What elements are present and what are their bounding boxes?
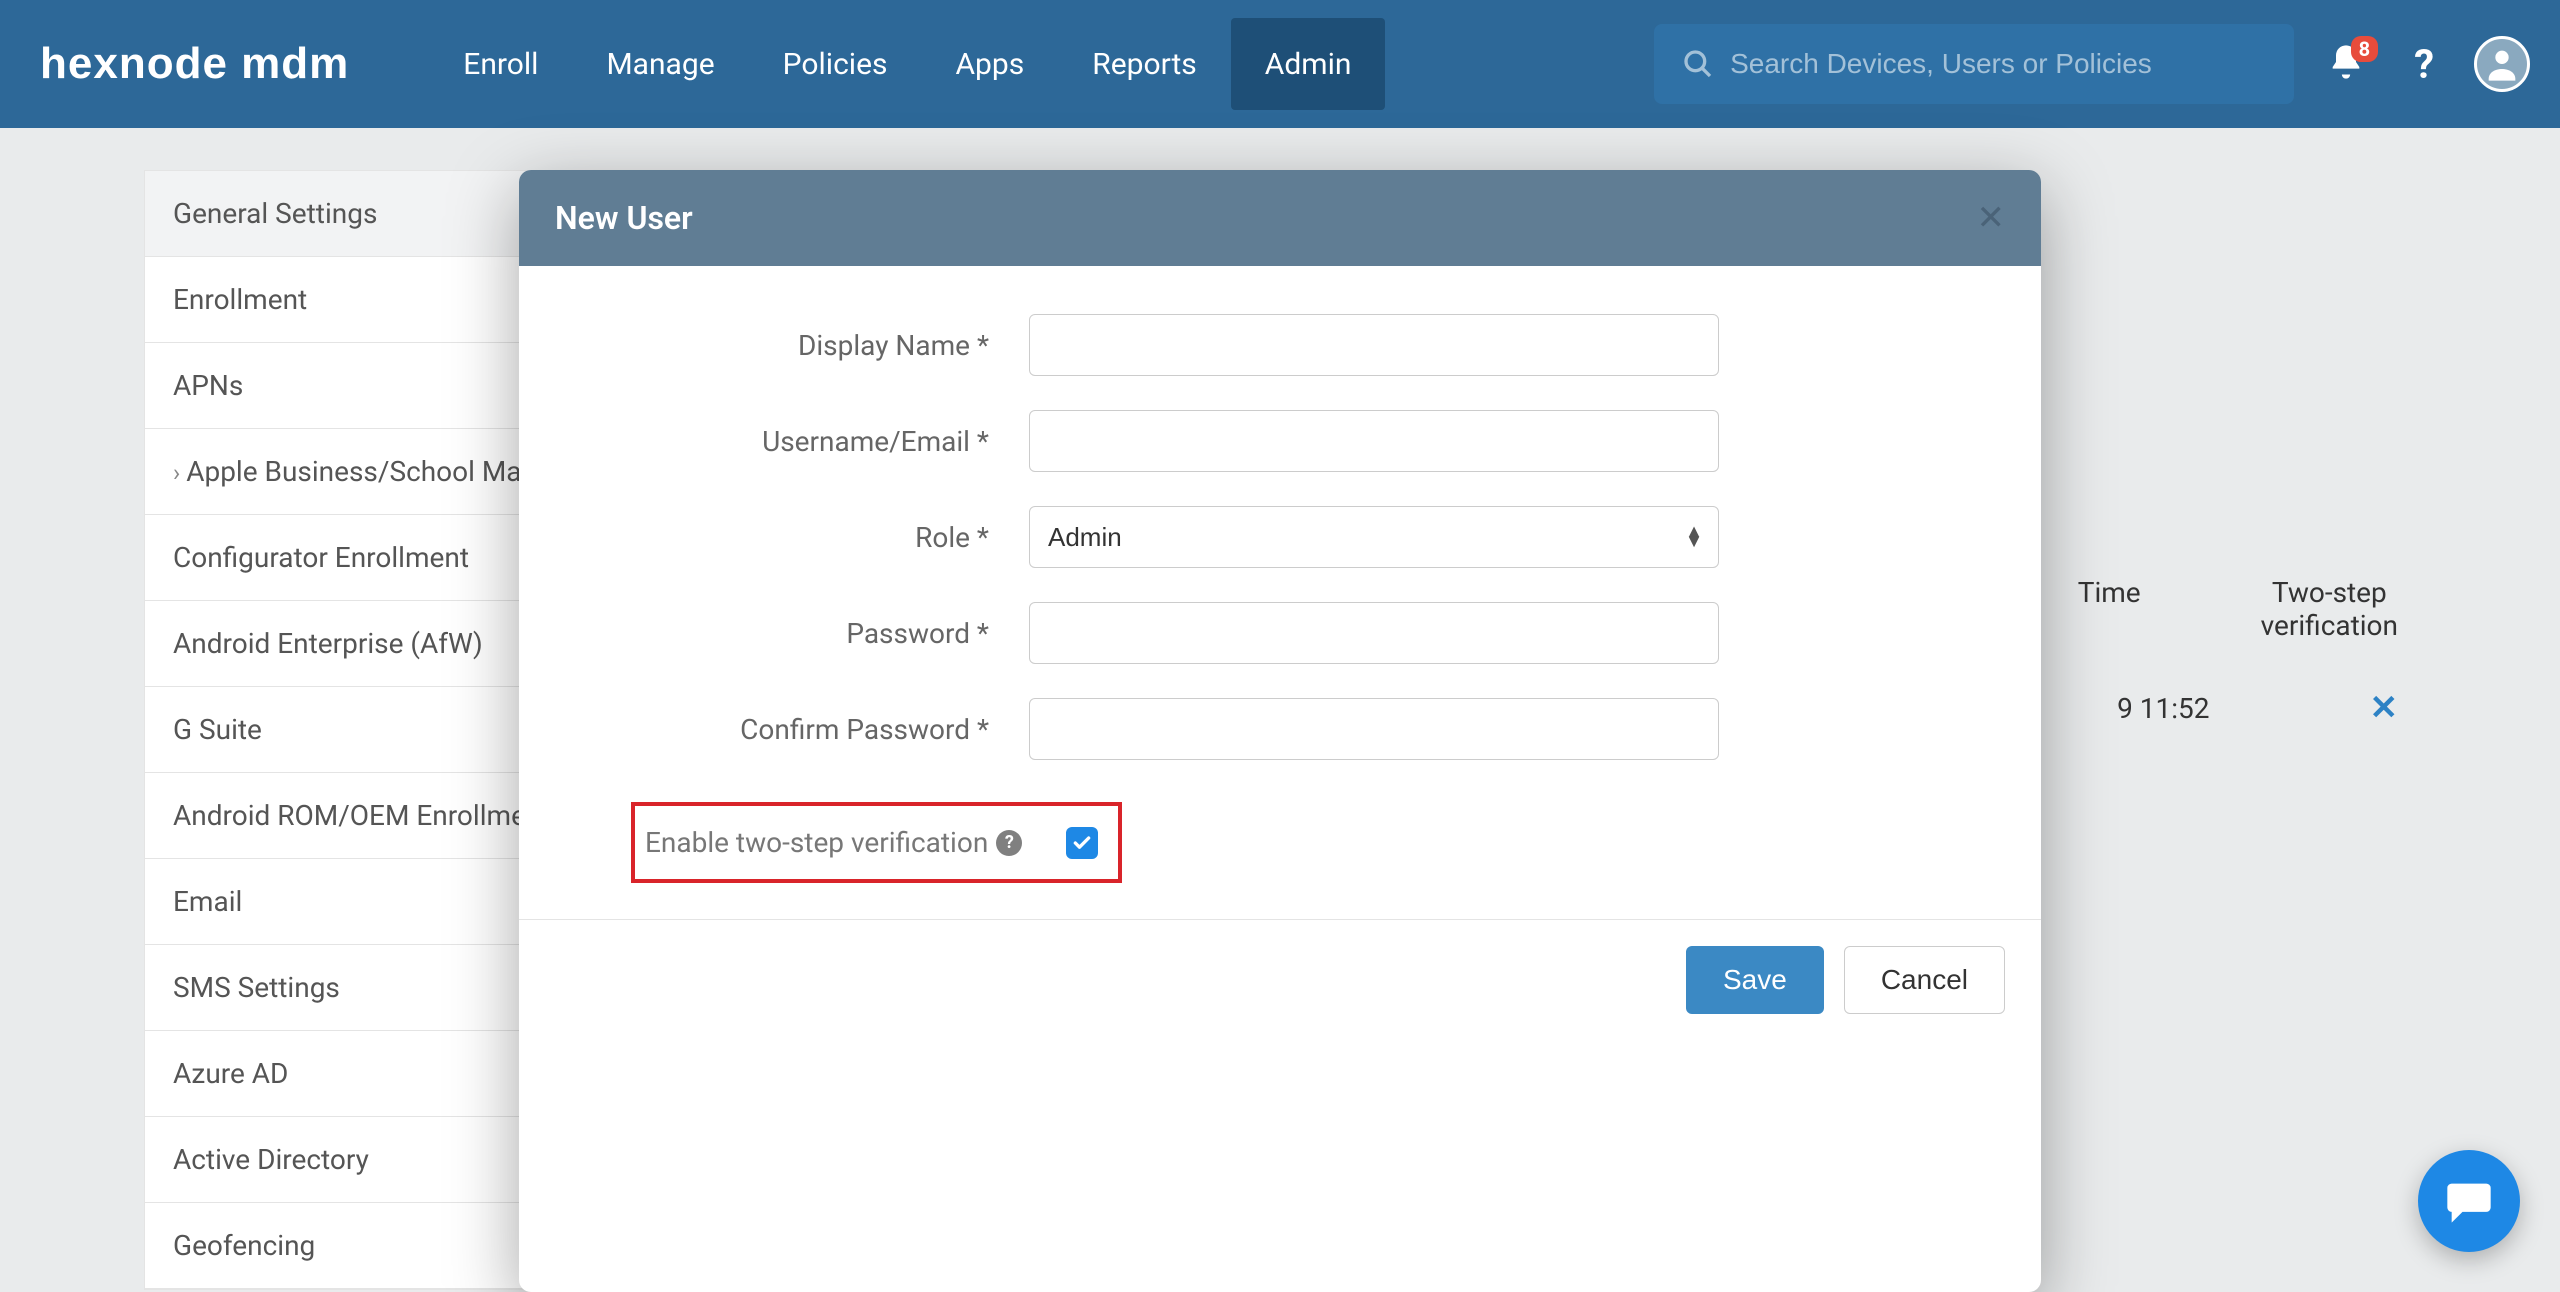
modal-header: New User ✕ — [519, 170, 2041, 266]
sidebar-item-azure-ad[interactable]: Azure AD — [145, 1031, 557, 1117]
sidebar-item-geofencing[interactable]: Geofencing — [145, 1203, 557, 1289]
sidebar-item-android-enterprise[interactable]: Android Enterprise (AfW) — [145, 601, 557, 687]
table-row: 9 11:52 ✕ — [2117, 688, 2398, 728]
sidebar-item-email[interactable]: Email — [145, 859, 557, 945]
table-header-fragment: Time Two-step verification — [2078, 576, 2398, 642]
app-header: hexnode mdm Enroll Manage Policies Apps … — [0, 0, 2560, 128]
nav-apps[interactable]: Apps — [921, 18, 1058, 110]
sidebar-item-label: General Settings — [173, 197, 377, 230]
help-button[interactable]: ? — [2398, 41, 2450, 88]
search-box[interactable] — [1654, 24, 2294, 104]
label-two-step: Enable two-step verification ? — [645, 826, 1022, 859]
avatar[interactable] — [2474, 36, 2530, 92]
user-icon — [2482, 44, 2522, 84]
sidebar-item-label: Apple Business/School Manager — [186, 455, 557, 488]
new-user-modal: New User ✕ Display Name * Username/Email… — [519, 170, 2041, 1292]
sidebar-item-label: Email — [173, 885, 242, 918]
info-icon[interactable]: ? — [996, 830, 1022, 856]
nav-manage[interactable]: Manage — [572, 18, 748, 110]
cancel-button[interactable]: Cancel — [1844, 946, 2005, 1014]
save-button[interactable]: Save — [1686, 946, 1824, 1014]
notifications-button[interactable]: 8 — [2310, 42, 2382, 86]
cell-time: 9 11:52 — [2117, 692, 2209, 725]
modal-body: Display Name * Username/Email * Role * A… — [519, 266, 2041, 919]
row-password: Password * — [575, 602, 1985, 664]
row-confirm-password: Confirm Password * — [575, 698, 1985, 760]
row-username: Username/Email * — [575, 410, 1985, 472]
check-icon — [1072, 833, 1092, 853]
nav-enroll[interactable]: Enroll — [429, 18, 572, 110]
two-step-highlight: Enable two-step verification ? — [631, 802, 1122, 883]
chat-launcher[interactable] — [2418, 1150, 2520, 1252]
sidebar-item-configurator[interactable]: Configurator Enrollment — [145, 515, 557, 601]
sidebar-item-label: Android ROM/OEM Enrollment — [173, 799, 551, 832]
sidebar-item-label: G Suite — [173, 713, 262, 746]
password-field[interactable] — [1029, 602, 1719, 664]
sidebar-item-label: Active Directory — [173, 1143, 369, 1176]
sidebar-item-label: APNs — [173, 369, 243, 402]
sidebar-item-label: SMS Settings — [173, 971, 340, 1004]
sidebar-item-label: Azure AD — [173, 1057, 288, 1090]
sidebar-item-gsuite[interactable]: G Suite — [145, 687, 557, 773]
notification-badge: 8 — [2351, 36, 2378, 62]
column-time: Time — [2078, 576, 2141, 642]
confirm-password-field[interactable] — [1029, 698, 1719, 760]
sidebar-item-enrollment[interactable]: Enrollment — [145, 257, 557, 343]
username-field[interactable] — [1029, 410, 1719, 472]
row-display-name: Display Name * — [575, 314, 1985, 376]
top-nav: Enroll Manage Policies Apps Reports Admi… — [429, 0, 1385, 128]
sidebar-item-android-rom[interactable]: Android ROM/OEM Enrollment — [145, 773, 557, 859]
search-icon — [1682, 48, 1714, 80]
chat-icon — [2443, 1175, 2495, 1227]
two-step-checkbox[interactable] — [1066, 827, 1098, 859]
sidebar-item-label: Enrollment — [173, 283, 307, 316]
sidebar-item-label: Android Enterprise (AfW) — [173, 627, 483, 660]
twostep-disabled-icon: ✕ — [2370, 688, 2399, 728]
nav-reports[interactable]: Reports — [1058, 18, 1231, 110]
sidebar-item-abm[interactable]: ›Apple Business/School Manager — [145, 429, 557, 515]
close-icon[interactable]: ✕ — [1977, 198, 2006, 238]
role-select[interactable]: Admin — [1029, 506, 1719, 568]
sidebar-item-label: Geofencing — [173, 1229, 315, 1262]
sidebar-item-label: Configurator Enrollment — [173, 541, 469, 574]
label-display-name: Display Name * — [575, 329, 1029, 362]
label-password: Password * — [575, 617, 1029, 650]
sidebar-item-apns[interactable]: APNs — [145, 343, 557, 429]
chevron-right-icon: › — [173, 459, 180, 487]
sidebar-item-general-settings[interactable]: General Settings — [145, 171, 557, 257]
label-role: Role * — [575, 521, 1029, 554]
display-name-field[interactable] — [1029, 314, 1719, 376]
row-role: Role * Admin ▲▼ — [575, 506, 1985, 568]
modal-title: New User — [555, 199, 693, 237]
search-input[interactable] — [1730, 48, 2266, 80]
sidebar-item-sms[interactable]: SMS Settings — [145, 945, 557, 1031]
modal-footer: Save Cancel — [519, 919, 2041, 1040]
brand-logo: hexnode mdm — [40, 39, 349, 89]
label-confirm-password: Confirm Password * — [575, 713, 1029, 746]
sidebar-item-active-directory[interactable]: Active Directory — [145, 1117, 557, 1203]
header-right: 8 ? — [1654, 24, 2530, 104]
column-twostep: Two-step verification — [2261, 576, 2398, 642]
label-username: Username/Email * — [575, 425, 1029, 458]
admin-sidebar: General Settings Enrollment APNs ›Apple … — [144, 170, 558, 1290]
nav-policies[interactable]: Policies — [749, 18, 922, 110]
nav-admin[interactable]: Admin — [1231, 18, 1386, 110]
